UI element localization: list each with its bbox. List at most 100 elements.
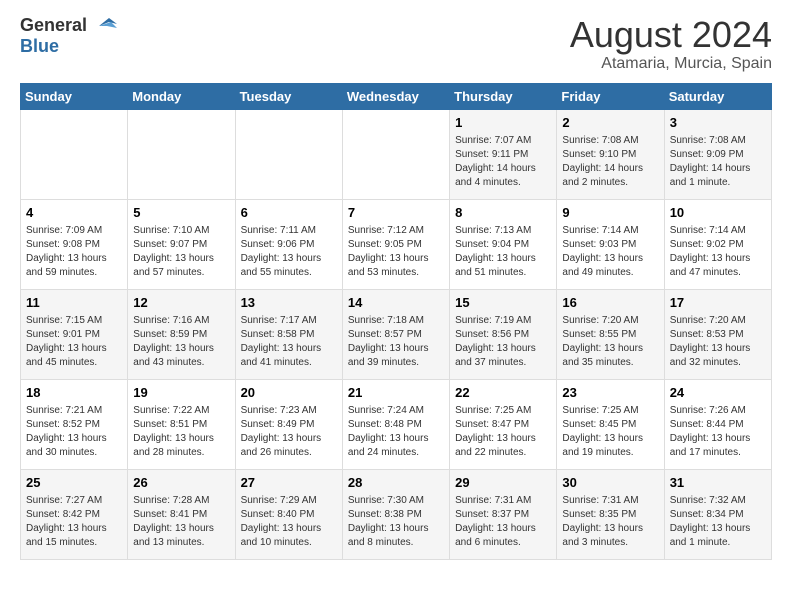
calendar-cell: 16 Sunrise: 7:20 AM Sunset: 8:55 PM Dayli… bbox=[557, 289, 664, 379]
day-detail: Sunrise: 7:09 AM Sunset: 9:08 PM Dayligh… bbox=[26, 224, 122, 280]
logo-bird-icon bbox=[89, 16, 119, 36]
day-number: 6 bbox=[241, 204, 337, 222]
calendar-cell: 24Sunrise: 7:26 AM Sunset: 8:44 PM Dayli… bbox=[664, 379, 771, 469]
col-header-monday: Monday bbox=[128, 83, 235, 109]
week-row-3: 18 Sunrise: 7:21 AM Sunset: 8:52 PM Dayli… bbox=[21, 379, 772, 469]
day-number: 14 bbox=[348, 294, 444, 312]
day-detail: Sunrise: 7:20 AM Sunset: 8:55 PM Dayligh… bbox=[562, 314, 658, 370]
calendar-cell: 3 Sunrise: 7:08 AM Sunset: 9:09 PM Daylig… bbox=[664, 109, 771, 199]
col-header-friday: Friday bbox=[557, 83, 664, 109]
calendar-cell: 26Sunrise: 7:28 AM Sunset: 8:41 PM Dayli… bbox=[128, 469, 235, 559]
logo: General Blue bbox=[20, 15, 119, 57]
day-detail: Sunrise: 7:07 AM Sunset: 9:11 PM Dayligh… bbox=[455, 134, 551, 190]
calendar-cell: 21Sunrise: 7:24 AM Sunset: 8:48 PM Dayli… bbox=[342, 379, 449, 469]
calendar-cell: 14 Sunrise: 7:18 AM Sunset: 8:57 PM Dayli… bbox=[342, 289, 449, 379]
calendar-cell: 4 Sunrise: 7:09 AM Sunset: 9:08 PM Daylig… bbox=[21, 199, 128, 289]
calendar-cell: 2 Sunrise: 7:08 AM Sunset: 9:10 PM Daylig… bbox=[557, 109, 664, 199]
day-number: 28 bbox=[348, 474, 444, 492]
day-detail: Sunrise: 7:10 AM Sunset: 9:07 PM Dayligh… bbox=[133, 224, 229, 280]
day-detail: Sunrise: 7:31 AM Sunset: 8:35 PM Dayligh… bbox=[562, 494, 658, 550]
day-detail: Sunrise: 7:08 AM Sunset: 9:09 PM Dayligh… bbox=[670, 134, 766, 190]
week-row-1: 4 Sunrise: 7:09 AM Sunset: 9:08 PM Daylig… bbox=[21, 199, 772, 289]
calendar-cell: 29 Sunrise: 7:31 AM Sunset: 8:37 PM Dayli… bbox=[450, 469, 557, 559]
day-number: 31 bbox=[670, 474, 766, 492]
calendar-cell: 6Sunrise: 7:11 AM Sunset: 9:06 PM Daylig… bbox=[235, 199, 342, 289]
day-detail: Sunrise: 7:25 AM Sunset: 8:45 PM Dayligh… bbox=[562, 404, 658, 460]
day-detail: Sunrise: 7:29 AM Sunset: 8:40 PM Dayligh… bbox=[241, 494, 337, 550]
col-header-wednesday: Wednesday bbox=[342, 83, 449, 109]
calendar-cell: 31 Sunrise: 7:32 AM Sunset: 8:34 PM Dayli… bbox=[664, 469, 771, 559]
day-detail: Sunrise: 7:17 AM Sunset: 8:58 PM Dayligh… bbox=[241, 314, 337, 370]
calendar-cell: 18 Sunrise: 7:21 AM Sunset: 8:52 PM Dayli… bbox=[21, 379, 128, 469]
calendar-cell bbox=[235, 109, 342, 199]
calendar-cell: 10Sunrise: 7:14 AM Sunset: 9:02 PM Dayli… bbox=[664, 199, 771, 289]
day-detail: Sunrise: 7:08 AM Sunset: 9:10 PM Dayligh… bbox=[562, 134, 658, 190]
day-number: 18 bbox=[26, 384, 122, 402]
day-number: 19 bbox=[133, 384, 229, 402]
day-number: 22 bbox=[455, 384, 551, 402]
calendar-subtitle: Atamaria, Murcia, Spain bbox=[570, 55, 772, 73]
calendar-cell: 5 Sunrise: 7:10 AM Sunset: 9:07 PM Daylig… bbox=[128, 199, 235, 289]
logo-blue-text: Blue bbox=[20, 36, 59, 56]
calendar-cell: 13 Sunrise: 7:17 AM Sunset: 8:58 PM Dayli… bbox=[235, 289, 342, 379]
logo-general-text: General bbox=[20, 15, 87, 36]
calendar-cell: 9 Sunrise: 7:14 AM Sunset: 9:03 PM Daylig… bbox=[557, 199, 664, 289]
day-detail: Sunrise: 7:32 AM Sunset: 8:34 PM Dayligh… bbox=[670, 494, 766, 550]
calendar-cell: 1 Sunrise: 7:07 AM Sunset: 9:11 PM Daylig… bbox=[450, 109, 557, 199]
day-number: 3 bbox=[670, 114, 766, 132]
calendar-cell: 28 Sunrise: 7:30 AM Sunset: 8:38 PM Dayli… bbox=[342, 469, 449, 559]
col-header-tuesday: Tuesday bbox=[235, 83, 342, 109]
calendar-cell bbox=[342, 109, 449, 199]
day-detail: Sunrise: 7:25 AM Sunset: 8:47 PM Dayligh… bbox=[455, 404, 551, 460]
calendar-cell: 19Sunrise: 7:22 AM Sunset: 8:51 PM Dayli… bbox=[128, 379, 235, 469]
col-header-sunday: Sunday bbox=[21, 83, 128, 109]
day-number: 15 bbox=[455, 294, 551, 312]
title-block: August 2024 Atamaria, Murcia, Spain bbox=[570, 15, 772, 73]
calendar-cell: 27 Sunrise: 7:29 AM Sunset: 8:40 PM Dayli… bbox=[235, 469, 342, 559]
day-detail: Sunrise: 7:14 AM Sunset: 9:03 PM Dayligh… bbox=[562, 224, 658, 280]
calendar-cell: 7 Sunrise: 7:12 AM Sunset: 9:05 PM Daylig… bbox=[342, 199, 449, 289]
day-number: 5 bbox=[133, 204, 229, 222]
day-number: 2 bbox=[562, 114, 658, 132]
calendar-cell: 17 Sunrise: 7:20 AM Sunset: 8:53 PM Dayli… bbox=[664, 289, 771, 379]
day-number: 27 bbox=[241, 474, 337, 492]
day-number: 29 bbox=[455, 474, 551, 492]
day-detail: Sunrise: 7:19 AM Sunset: 8:56 PM Dayligh… bbox=[455, 314, 551, 370]
day-detail: Sunrise: 7:31 AM Sunset: 8:37 PM Dayligh… bbox=[455, 494, 551, 550]
week-row-0: 1 Sunrise: 7:07 AM Sunset: 9:11 PM Daylig… bbox=[21, 109, 772, 199]
calendar-cell bbox=[128, 109, 235, 199]
day-detail: Sunrise: 7:23 AM Sunset: 8:49 PM Dayligh… bbox=[241, 404, 337, 460]
day-number: 9 bbox=[562, 204, 658, 222]
calendar-cell: 20 Sunrise: 7:23 AM Sunset: 8:49 PM Dayli… bbox=[235, 379, 342, 469]
day-number: 4 bbox=[26, 204, 122, 222]
day-detail: Sunrise: 7:20 AM Sunset: 8:53 PM Dayligh… bbox=[670, 314, 766, 370]
day-number: 11 bbox=[26, 294, 122, 312]
day-detail: Sunrise: 7:18 AM Sunset: 8:57 PM Dayligh… bbox=[348, 314, 444, 370]
day-number: 12 bbox=[133, 294, 229, 312]
day-detail: Sunrise: 7:24 AM Sunset: 8:48 PM Dayligh… bbox=[348, 404, 444, 460]
day-number: 20 bbox=[241, 384, 337, 402]
day-detail: Sunrise: 7:16 AM Sunset: 8:59 PM Dayligh… bbox=[133, 314, 229, 370]
day-number: 13 bbox=[241, 294, 337, 312]
header-row: SundayMondayTuesdayWednesdayThursdayFrid… bbox=[21, 83, 772, 109]
day-detail: Sunrise: 7:12 AM Sunset: 9:05 PM Dayligh… bbox=[348, 224, 444, 280]
day-number: 16 bbox=[562, 294, 658, 312]
day-detail: Sunrise: 7:30 AM Sunset: 8:38 PM Dayligh… bbox=[348, 494, 444, 550]
calendar-title: August 2024 bbox=[570, 15, 772, 55]
day-number: 17 bbox=[670, 294, 766, 312]
day-detail: Sunrise: 7:13 AM Sunset: 9:04 PM Dayligh… bbox=[455, 224, 551, 280]
calendar-cell: 22 Sunrise: 7:25 AM Sunset: 8:47 PM Dayli… bbox=[450, 379, 557, 469]
day-number: 10 bbox=[670, 204, 766, 222]
day-detail: Sunrise: 7:28 AM Sunset: 8:41 PM Dayligh… bbox=[133, 494, 229, 550]
calendar-cell: 25Sunrise: 7:27 AM Sunset: 8:42 PM Dayli… bbox=[21, 469, 128, 559]
day-number: 25 bbox=[26, 474, 122, 492]
day-detail: Sunrise: 7:21 AM Sunset: 8:52 PM Dayligh… bbox=[26, 404, 122, 460]
header: General Blue August 2024 Atamaria, Murci… bbox=[20, 15, 772, 73]
day-number: 7 bbox=[348, 204, 444, 222]
col-header-thursday: Thursday bbox=[450, 83, 557, 109]
day-number: 1 bbox=[455, 114, 551, 132]
day-number: 30 bbox=[562, 474, 658, 492]
day-number: 23 bbox=[562, 384, 658, 402]
week-row-4: 25Sunrise: 7:27 AM Sunset: 8:42 PM Dayli… bbox=[21, 469, 772, 559]
calendar-cell: 15 Sunrise: 7:19 AM Sunset: 8:56 PM Dayli… bbox=[450, 289, 557, 379]
